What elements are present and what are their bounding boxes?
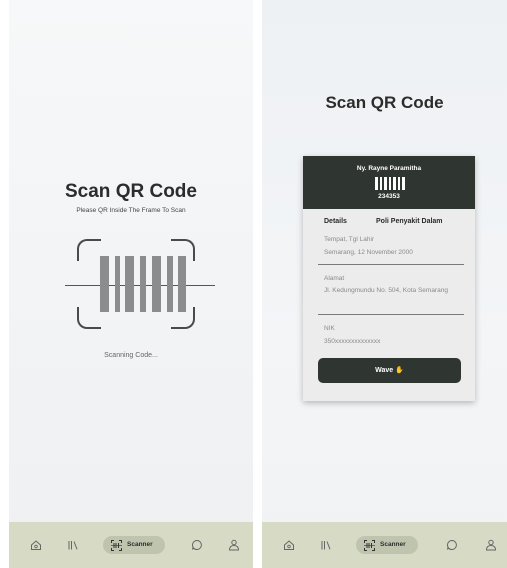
scanner-icon [364,540,375,551]
bottom-nav: Scanner [262,522,507,568]
home-icon[interactable] [283,539,295,551]
frame-corner-bottom-left [77,307,101,329]
details-label: Details [324,218,347,225]
patient-card: Ny. Rayne Paramitha 234353 Details Poli … [303,156,475,401]
wave-button-label: Wave [375,367,394,374]
birth-label: Tempat, Tgl Lahir [324,236,375,243]
scanning-status: Scanning Code... [104,352,158,359]
home-icon[interactable] [30,539,42,551]
profile-icon[interactable] [485,539,497,551]
details-row: Details Poli Penyakit Dalam [324,218,464,225]
barcode-icon [100,256,186,312]
department-label: Poli Penyakit Dalam [376,218,443,225]
nav-scanner-button[interactable]: Scanner [356,536,418,554]
page-title: Scan QR Code [65,181,197,202]
result-screen: Scan QR Code Ny. Rayne Paramitha 234353 … [262,0,507,568]
chat-icon[interactable] [446,539,458,551]
barcode-icon [375,177,405,190]
scanner-icon [111,540,122,551]
nav-scanner-button[interactable]: Scanner [103,536,165,554]
divider [318,314,464,315]
library-icon[interactable] [320,539,332,551]
address-value: Jl. Kedungmundu No. 504, Kota Semarang [324,287,448,294]
nik-label: NIK [324,325,335,332]
nav-scanner-label: Scanner [127,541,153,548]
profile-icon[interactable] [228,539,240,551]
nav-scanner-label: Scanner [380,541,406,548]
wave-button[interactable]: Wave ✋ [318,358,461,383]
divider [318,264,464,265]
chat-icon[interactable] [191,539,203,551]
birth-value: Semarang, 12 November 2000 [324,249,413,256]
library-icon[interactable] [67,539,79,551]
address-label: Alamat [324,275,345,282]
page-title: Scan QR Code [325,93,444,112]
nik-value: 350xxxxxxxxxxxxxx [324,338,381,345]
card-header: Ny. Rayne Paramitha 234353 [303,156,475,209]
scanner-screen: Scan QR Code Please QR Inside The Frame … [9,0,253,568]
bottom-nav: Scanner [9,522,253,568]
frame-corner-top-left [77,239,101,261]
patient-name: Ny. Rayne Paramitha [356,165,422,172]
scan-instruction: Please QR Inside The Frame To Scan [76,207,186,214]
wave-hand-icon: ✋ [395,367,404,374]
patient-code: 234353 [378,193,400,200]
